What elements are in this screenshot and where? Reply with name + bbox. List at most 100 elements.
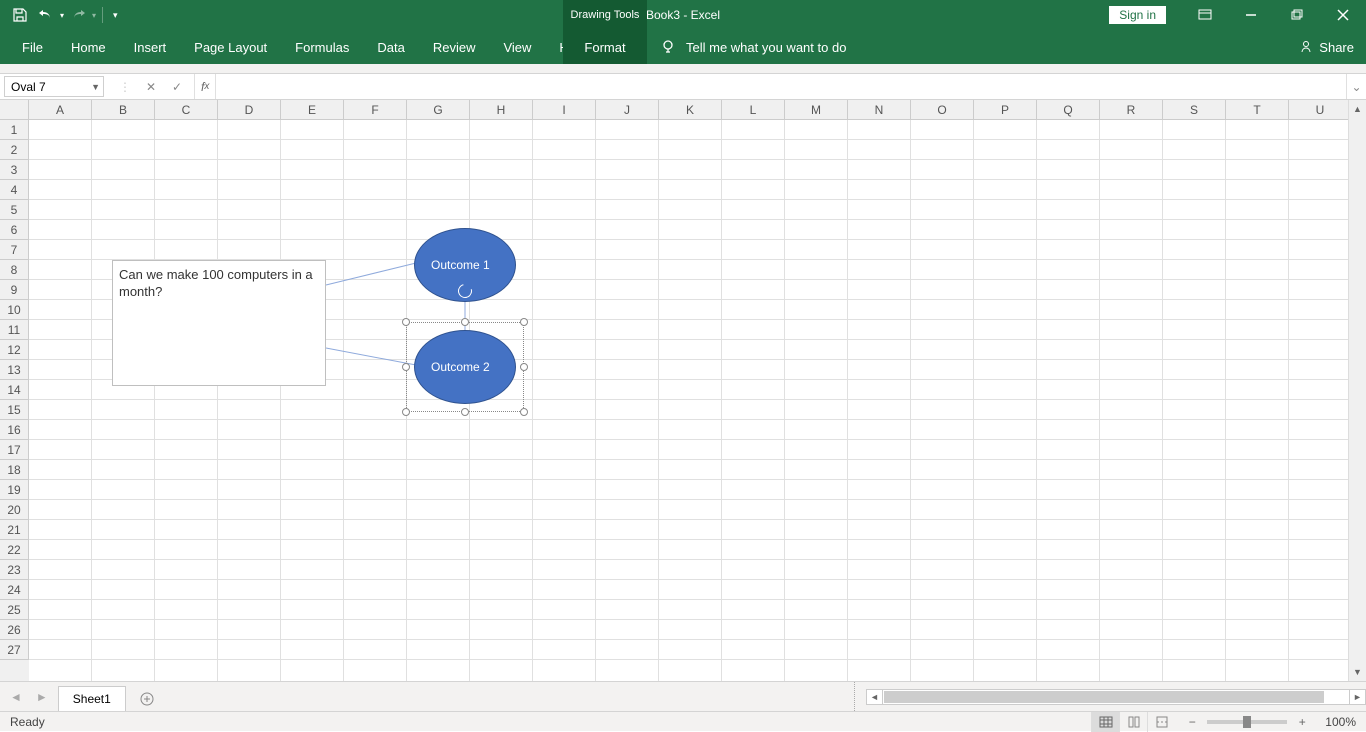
row-header[interactable]: 11 — [0, 320, 29, 340]
oval-shape-outcome-2[interactable]: Outcome 2 — [414, 330, 516, 404]
zoom-out-button[interactable]: − — [1185, 715, 1199, 729]
zoom-slider-thumb[interactable] — [1243, 716, 1251, 728]
undo-dropdown-icon[interactable]: ▾ — [60, 11, 64, 20]
row-header[interactable]: 3 — [0, 160, 29, 180]
row-header[interactable]: 21 — [0, 520, 29, 540]
column-header[interactable]: H — [470, 100, 533, 120]
row-header[interactable]: 24 — [0, 580, 29, 600]
row-header[interactable]: 27 — [0, 640, 29, 660]
column-header[interactable]: U — [1289, 100, 1352, 120]
save-button[interactable] — [8, 3, 32, 27]
formula-input[interactable] — [216, 74, 1346, 99]
tell-me-search[interactable]: Tell me what you want to do — [660, 39, 846, 55]
name-box[interactable]: Oval 7 ▼ — [4, 76, 104, 97]
tab-formulas[interactable]: Formulas — [281, 30, 363, 64]
zoom-in-button[interactable]: + — [1295, 715, 1309, 729]
column-header[interactable]: K — [659, 100, 722, 120]
enter-formula-button[interactable]: ✓ — [166, 80, 188, 94]
tab-data[interactable]: Data — [363, 30, 418, 64]
row-header[interactable]: 18 — [0, 460, 29, 480]
sheet-nav-next-icon[interactable]: ► — [36, 690, 48, 704]
column-header[interactable]: J — [596, 100, 659, 120]
share-button[interactable]: Share — [1299, 30, 1354, 64]
tab-view[interactable]: View — [489, 30, 545, 64]
column-header[interactable]: L — [722, 100, 785, 120]
row-header[interactable]: 2 — [0, 140, 29, 160]
cancel-formula-button[interactable]: ✕ — [140, 80, 162, 94]
selection-handle[interactable] — [402, 408, 410, 416]
tab-format[interactable]: Format — [563, 30, 647, 64]
horizontal-scrollbar[interactable]: ◄ ► — [866, 689, 1366, 705]
row-header[interactable]: 9 — [0, 280, 29, 300]
row-header[interactable]: 16 — [0, 420, 29, 440]
row-header[interactable]: 12 — [0, 340, 29, 360]
selection-handle[interactable] — [402, 318, 410, 326]
column-header[interactable]: S — [1163, 100, 1226, 120]
column-header[interactable]: Q — [1037, 100, 1100, 120]
select-all-corner[interactable] — [0, 100, 29, 120]
row-header[interactable]: 1 — [0, 120, 29, 140]
tab-review[interactable]: Review — [419, 30, 490, 64]
column-header[interactable]: F — [344, 100, 407, 120]
scroll-left-button[interactable]: ◄ — [867, 690, 883, 704]
name-box-dropdown-icon[interactable]: ▼ — [91, 82, 100, 92]
row-header[interactable]: 19 — [0, 480, 29, 500]
row-header[interactable]: 17 — [0, 440, 29, 460]
undo-button[interactable] — [34, 3, 58, 27]
vertical-scrollbar[interactable]: ▲ ▼ — [1348, 100, 1366, 681]
selection-handle[interactable] — [520, 408, 528, 416]
cells-canvas[interactable]: Can we make 100 computers in a month? Ou… — [29, 120, 1366, 681]
column-header[interactable]: O — [911, 100, 974, 120]
column-header[interactable]: E — [281, 100, 344, 120]
row-header[interactable]: 14 — [0, 380, 29, 400]
row-header[interactable]: 15 — [0, 400, 29, 420]
tab-page-layout[interactable]: Page Layout — [180, 30, 281, 64]
row-header[interactable]: 8 — [0, 260, 29, 280]
selection-handle[interactable] — [520, 363, 528, 371]
selection-handle[interactable] — [520, 318, 528, 326]
column-header[interactable]: A — [29, 100, 92, 120]
selection-handle[interactable] — [461, 408, 469, 416]
column-header[interactable]: T — [1226, 100, 1289, 120]
tab-home[interactable]: Home — [57, 30, 120, 64]
scroll-up-button[interactable]: ▲ — [1349, 100, 1366, 118]
column-header[interactable]: D — [218, 100, 281, 120]
scroll-right-button[interactable]: ► — [1349, 690, 1365, 704]
column-header[interactable]: N — [848, 100, 911, 120]
row-header[interactable]: 20 — [0, 500, 29, 520]
column-header[interactable]: M — [785, 100, 848, 120]
zoom-slider[interactable] — [1207, 720, 1287, 724]
column-header[interactable]: G — [407, 100, 470, 120]
column-header[interactable]: P — [974, 100, 1037, 120]
row-header[interactable]: 5 — [0, 200, 29, 220]
sheet-tab-sheet1[interactable]: Sheet1 — [58, 686, 126, 712]
sheet-nav-prev-icon[interactable]: ◄ — [10, 690, 22, 704]
view-normal-button[interactable] — [1091, 712, 1119, 732]
worksheet-grid[interactable]: ABCDEFGHIJKLMNOPQRSTU 123456789101112131… — [0, 100, 1366, 681]
zoom-level[interactable]: 100% — [1325, 715, 1356, 729]
minimize-button[interactable] — [1228, 0, 1274, 30]
column-header[interactable]: B — [92, 100, 155, 120]
ribbon-display-options-button[interactable] — [1182, 0, 1228, 30]
column-header[interactable]: R — [1100, 100, 1163, 120]
row-header[interactable]: 13 — [0, 360, 29, 380]
scroll-down-button[interactable]: ▼ — [1349, 663, 1366, 681]
row-header[interactable]: 23 — [0, 560, 29, 580]
row-header[interactable]: 26 — [0, 620, 29, 640]
hscroll-thumb[interactable] — [884, 691, 1324, 703]
tab-insert[interactable]: Insert — [120, 30, 181, 64]
formula-bar-expand-button[interactable]: ⌄ — [1346, 74, 1366, 99]
row-header[interactable]: 7 — [0, 240, 29, 260]
row-header[interactable]: 10 — [0, 300, 29, 320]
fx-icon[interactable]: fx — [195, 74, 216, 99]
tab-file[interactable]: File — [8, 30, 57, 64]
hscroll-resize-handle[interactable] — [854, 682, 860, 711]
qat-customize-icon[interactable]: ▾ — [109, 10, 122, 21]
row-header[interactable]: 6 — [0, 220, 29, 240]
view-page-break-button[interactable] — [1147, 712, 1175, 732]
selection-handle[interactable] — [461, 318, 469, 326]
row-header[interactable]: 4 — [0, 180, 29, 200]
sign-in-button[interactable]: Sign in — [1109, 6, 1166, 24]
maximize-button[interactable] — [1274, 0, 1320, 30]
row-header[interactable]: 25 — [0, 600, 29, 620]
